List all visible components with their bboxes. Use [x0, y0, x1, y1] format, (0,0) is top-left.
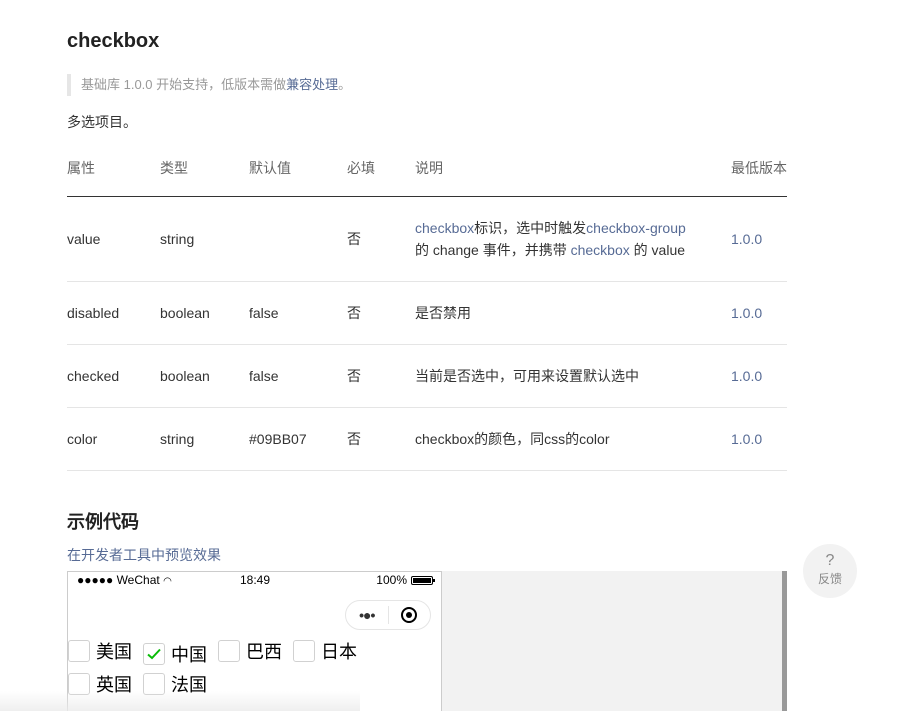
header-desc: 说明: [415, 150, 731, 197]
checkbox-item-usa[interactable]: 美国: [68, 638, 132, 664]
cell-desc: 是否禁用: [415, 281, 731, 345]
checkbox-link[interactable]: checkbox: [415, 220, 474, 236]
checkbox-item-china[interactable]: 中国: [143, 641, 207, 667]
header-attr: 属性: [67, 150, 160, 197]
header-default: 默认值: [249, 150, 347, 197]
table-row: checked boolean false 否 当前是否选中，可用来设置默认选中…: [67, 344, 787, 408]
cell-default: false: [249, 281, 347, 345]
more-icon[interactable]: •●•: [346, 607, 388, 623]
desc-text: 的 value: [629, 242, 686, 258]
cell-version-link[interactable]: 1.0.0: [731, 281, 787, 345]
phone-simulator: ●●●●● WeChat ◠ 18:49 100% •●• 美国 中国 巴西 日…: [67, 571, 442, 711]
carrier-text: ●●●●● WeChat: [77, 573, 160, 587]
attribute-table: 属性 类型 默认值 必填 说明 最低版本 value string 否 chec…: [67, 150, 787, 471]
phone-status-bar: ●●●●● WeChat ◠ 18:49 100%: [68, 572, 441, 588]
close-target-button[interactable]: [389, 607, 431, 623]
cell-desc: 当前是否选中，可用来设置默认选中: [415, 344, 731, 408]
cell-default: #09BB07: [249, 407, 347, 471]
cell-type: string: [160, 407, 249, 471]
checkbox-box[interactable]: [293, 640, 316, 662]
page-title: checkbox: [67, 30, 160, 52]
checkbox-link[interactable]: checkbox: [571, 242, 630, 258]
header-required: 必填: [347, 150, 415, 197]
cell-version-link[interactable]: 1.0.0: [731, 344, 787, 408]
component-description: 多选项目。: [67, 114, 137, 130]
checkbox-label: 日本: [321, 642, 358, 662]
cell-name: color: [67, 407, 160, 471]
battery-status: 100%: [376, 573, 435, 587]
checkbox-box[interactable]: [68, 640, 90, 662]
support-note-text: 基础库 1.0.0 开始支持，低版本需做: [81, 77, 287, 92]
cell-type: boolean: [160, 344, 249, 408]
status-time: 18:49: [240, 573, 271, 587]
checkbox-group-link[interactable]: checkbox-group: [586, 220, 686, 236]
feedback-button[interactable]: ? 反馈: [803, 544, 857, 598]
compat-link[interactable]: 兼容处理: [286, 77, 338, 92]
table-row: value string 否 checkbox标识，选中时触发checkbox-…: [67, 196, 787, 282]
cell-required: 否: [347, 344, 415, 408]
table-row: disabled boolean false 否 是否禁用 1.0.0: [67, 281, 787, 345]
cell-default: [249, 196, 347, 282]
checkbox-box-checked[interactable]: [143, 643, 166, 665]
cell-name: value: [67, 196, 160, 282]
cell-required: 否: [347, 281, 415, 345]
cell-default: false: [249, 344, 347, 408]
cell-name: checked: [67, 344, 160, 408]
cell-type: boolean: [160, 281, 249, 345]
help-icon: ?: [825, 552, 835, 569]
battery-percent: 100%: [376, 573, 407, 587]
checkbox-label: 巴西: [246, 642, 283, 662]
cell-desc: checkbox的颜色，同css的color: [415, 407, 731, 471]
header-type: 类型: [160, 150, 249, 197]
table-header-row: 属性 类型 默认值 必填 说明 最低版本: [67, 150, 787, 197]
support-note: 基础库 1.0.0 开始支持，低版本需做兼容处理。: [67, 74, 351, 96]
target-icon: [401, 607, 418, 623]
checkmark-icon: [147, 648, 161, 660]
checkbox-label: 中国: [171, 645, 208, 665]
table-row: color string #09BB07 否 checkbox的颜色，同css的…: [67, 407, 787, 471]
checkbox-item-japan[interactable]: 日本: [293, 638, 357, 664]
battery-icon: [411, 575, 435, 585]
cell-name: disabled: [67, 281, 160, 345]
checkbox-box[interactable]: [218, 640, 241, 662]
checkbox-label: 美国: [96, 642, 132, 662]
cell-required: 否: [347, 407, 415, 471]
desc-text: 的 change 事件，并携带: [415, 242, 571, 258]
wifi-icon: ◠: [163, 576, 172, 587]
feedback-label: 反馈: [817, 572, 842, 586]
cell-version-link[interactable]: 1.0.0: [731, 196, 787, 282]
checkbox-item-brazil[interactable]: 巴西: [218, 638, 282, 664]
preview-scrollbar[interactable]: [782, 571, 787, 711]
demo-preview-area: ●●●●● WeChat ◠ 18:49 100% •●• 美国 中国 巴西 日…: [67, 571, 787, 711]
cell-version-link[interactable]: 1.0.0: [731, 407, 787, 471]
preview-in-devtools-link[interactable]: 在开发者工具中预览效果: [67, 545, 221, 565]
desc-text: 标识，选中时触发: [474, 220, 587, 236]
example-heading: 示例代码: [67, 512, 139, 532]
mini-program-capsule: •●•: [345, 600, 431, 630]
cell-required: 否: [347, 196, 415, 282]
cell-type: string: [160, 196, 249, 282]
carrier-label: ●●●●● WeChat ◠: [77, 573, 172, 587]
header-version: 最低版本: [731, 150, 787, 197]
bottom-shadow: [0, 691, 360, 711]
support-note-suffix: 。: [338, 77, 352, 92]
cell-desc: checkbox标识，选中时触发checkbox-group 的 change 事…: [415, 196, 731, 282]
